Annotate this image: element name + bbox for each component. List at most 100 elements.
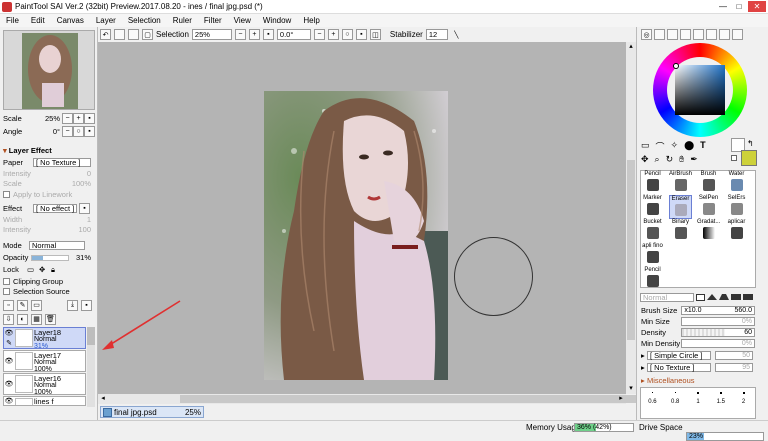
selection-label[interactable]: Selection (156, 30, 189, 39)
maximize-button[interactable]: □ (732, 1, 746, 12)
opacity-slider[interactable] (31, 254, 69, 261)
tool-brush[interactable]: Brush (697, 171, 720, 195)
tool-bucket[interactable]: Bucket (641, 219, 664, 243)
rotation-field[interactable]: 0.0° (276, 29, 311, 40)
layer-row[interactable]: 👁︎ lines f (3, 396, 86, 406)
tool-eraser[interactable]: Eraser (669, 195, 692, 219)
layer-effect-header[interactable]: ▾ Layer Effect (3, 146, 95, 155)
shape-hard-icon[interactable] (731, 294, 741, 300)
rotate-icon[interactable]: ↻ (666, 154, 674, 165)
tool-gradation[interactable]: Gradat... (697, 219, 720, 243)
straight-line-icon[interactable]: ╲ (451, 29, 462, 40)
rgb-tab-icon[interactable] (654, 29, 665, 40)
magic-wand-icon[interactable]: ✧ (671, 140, 679, 153)
menu-selection[interactable]: Selection (122, 16, 167, 25)
menu-edit[interactable]: Edit (25, 16, 51, 25)
zoom-icon[interactable]: ⌕ (655, 154, 660, 165)
select-rect-icon[interactable]: ▭ (641, 140, 650, 153)
blend-mode-dropdown[interactable]: Normal (29, 241, 85, 250)
shape-flat-icon[interactable] (696, 293, 705, 301)
apply-linework-row[interactable]: Apply to Linework (3, 190, 95, 199)
rotate-right-icon[interactable]: + (327, 29, 339, 40)
canvas-horizontal-scrollbar[interactable]: ◂ ▸ (98, 394, 640, 404)
color-wheel[interactable] (653, 43, 747, 137)
layer-row[interactable]: 👁︎ Layer16 Normal 100% (3, 373, 86, 396)
transparent-color-icon[interactable] (731, 155, 737, 161)
layer-row[interactable]: 👁︎ Layer17 Normal 100% (3, 350, 86, 373)
layer-list-scrollbar[interactable] (87, 327, 95, 407)
lock-move-icon[interactable]: ✥ (39, 265, 51, 274)
brush-shape-dropdown[interactable]: [ Simple Circle ] (647, 351, 711, 360)
width-value[interactable]: 1 (87, 215, 91, 224)
brush-mode-dropdown[interactable]: Normal (640, 292, 694, 302)
hsv-tab-icon[interactable] (667, 29, 678, 40)
tool-selers[interactable]: SelErs (725, 195, 748, 219)
new-layer-icon[interactable]: ▫ (3, 299, 14, 311)
delete-layer-icon[interactable]: 🗑︎ (45, 313, 56, 325)
rotate-left-icon[interactable]: − (313, 29, 325, 40)
intensity2-value[interactable]: 100 (78, 225, 91, 234)
zoom-field[interactable]: 25% (191, 29, 232, 40)
menu-help[interactable]: Help (297, 16, 325, 25)
menu-canvas[interactable]: Canvas (51, 16, 90, 25)
tool-airbrush[interactable]: AirBrush (669, 171, 692, 195)
lock-alpha-icon[interactable]: 🔒︎ (51, 265, 63, 275)
new-linework-icon[interactable]: ✎ (17, 299, 28, 311)
clipping-group-checkbox[interactable] (3, 278, 10, 285)
transfer-down-icon[interactable]: ⤓ (67, 299, 78, 311)
layer-menu-icon[interactable]: ▪ (81, 299, 92, 311)
flip-icon[interactable]: ▪ (355, 29, 367, 40)
document-tab[interactable]: final jpg.psd 25% (100, 406, 204, 418)
layer-row[interactable]: 👁︎ ✎ Layer18 Normal 31% (3, 327, 86, 350)
selection-source-checkbox[interactable] (3, 288, 10, 295)
stabilizer-field[interactable]: 12 (425, 29, 448, 40)
eye-icon[interactable]: 👁︎ (5, 357, 14, 365)
eye-icon[interactable]: 👁︎ (5, 329, 14, 337)
menu-view[interactable]: View (228, 16, 257, 25)
brush-shape-strength[interactable]: 50 (715, 351, 753, 360)
deselect-icon[interactable] (128, 29, 139, 40)
menu-window[interactable]: Window (257, 16, 297, 25)
mixer-tab-icon[interactable] (719, 29, 730, 40)
selection-source-row[interactable]: Selection Source (3, 287, 95, 296)
brush-texture-dropdown[interactable]: [ No Texture ] (647, 363, 711, 372)
tool-pencil-2[interactable]: Pencil (641, 267, 664, 291)
new-folder-icon[interactable]: ▭ (31, 299, 42, 311)
effect-dropdown[interactable]: [ No effect ] (33, 204, 77, 213)
navigator-thumbnail[interactable] (3, 30, 95, 110)
artwork-canvas[interactable] (264, 91, 448, 380)
selection-icon[interactable]: ▢ (142, 29, 153, 40)
tool-marker[interactable]: Marker (641, 195, 664, 219)
density-slider[interactable]: 60 (681, 328, 755, 337)
scale-up-icon[interactable]: + (73, 113, 84, 124)
brush-size-slider[interactable]: x10.0 560.0 (681, 306, 755, 315)
canvas-vertical-scrollbar[interactable]: ▴ ▾ (626, 42, 636, 394)
vertical-scroll-thumb[interactable] (627, 160, 635, 340)
menu-layer[interactable]: Layer (90, 16, 122, 25)
texture-scale-value[interactable]: 100% (72, 179, 91, 188)
tool-aplicar[interactable]: aplicar (725, 219, 748, 243)
zoom-in-icon[interactable]: + (248, 29, 260, 40)
menu-filter[interactable]: Filter (198, 16, 228, 25)
preset-item[interactable]: 1 (687, 388, 710, 418)
mask-icon[interactable]: ◐ (17, 313, 28, 325)
shape-square-icon[interactable] (743, 294, 753, 300)
shape-medium-icon[interactable] (719, 294, 729, 300)
scale-down-icon[interactable]: − (62, 113, 73, 124)
preset-item[interactable]: 2 (732, 388, 755, 418)
effect-settings-icon[interactable]: ▪ (79, 203, 90, 214)
tool-pencil[interactable]: Pencil (641, 171, 664, 195)
tool-binary[interactable]: Binary (669, 219, 692, 243)
intensity-value[interactable]: 0 (87, 169, 91, 178)
preset-item[interactable]: 1.5 (709, 388, 732, 418)
eye-icon[interactable]: 👁︎ (5, 397, 14, 405)
scroll-down-icon[interactable]: ▾ (626, 384, 636, 394)
scroll-up-icon[interactable]: ▴ (626, 42, 636, 52)
layer-scroll-thumb[interactable] (87, 327, 95, 345)
tool-selpen[interactable]: SelPen (697, 195, 720, 219)
scale-reset-icon[interactable]: ▪ (84, 113, 95, 124)
stamp-icon[interactable]: ⬤ (684, 140, 694, 153)
shape-soft-icon[interactable] (707, 294, 717, 300)
tool-apli-fino[interactable]: apli fino (641, 243, 664, 267)
merge-down-icon[interactable]: ⇩ (3, 313, 14, 325)
